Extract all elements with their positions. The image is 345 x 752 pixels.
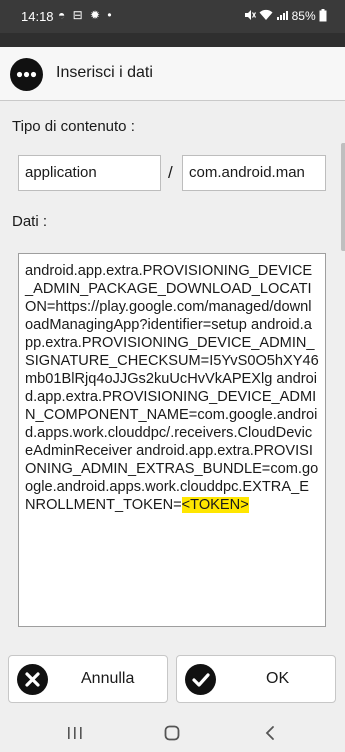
token-placeholder: <TOKEN> bbox=[181, 497, 249, 513]
check-icon bbox=[185, 664, 216, 695]
home-icon[interactable] bbox=[164, 725, 180, 741]
navigation-bar bbox=[0, 705, 345, 752]
back-icon[interactable] bbox=[264, 725, 276, 741]
side-scroll-handle[interactable] bbox=[341, 143, 345, 251]
more-dots-icon bbox=[10, 58, 43, 91]
battery-icon bbox=[319, 9, 327, 22]
ok-button[interactable]: OK bbox=[176, 655, 336, 703]
cancel-button-label: Annulla bbox=[81, 670, 135, 687]
dialog-title: Inserisci i dati bbox=[56, 64, 153, 81]
signal-icon bbox=[277, 11, 289, 20]
cancel-button[interactable]: Annulla bbox=[8, 655, 168, 703]
close-icon bbox=[17, 664, 48, 695]
notification-icons: ◓ ⊟ ✹ • bbox=[58, 8, 114, 22]
battery-percent: 85% bbox=[291, 9, 316, 23]
status-right-group: 85% bbox=[244, 9, 327, 23]
wifi-icon bbox=[259, 9, 273, 20]
data-text: android.app.extra.PROVISIONING_DEVICE_AD… bbox=[25, 263, 319, 513]
data-label: Dati : bbox=[12, 213, 48, 230]
recents-icon[interactable] bbox=[67, 726, 83, 740]
ok-button-label: OK bbox=[266, 670, 290, 687]
mime-separator: / bbox=[168, 163, 173, 182]
mute-icon bbox=[244, 10, 256, 20]
data-textarea[interactable]: android.app.extra.PROVISIONING_DEVICE_AD… bbox=[18, 253, 326, 627]
input-dialog: Inserisci i dati Tipo di contenuto : app… bbox=[0, 47, 345, 705]
background-scrim bbox=[0, 33, 345, 47]
content-type-label: Tipo di contenuto : bbox=[12, 118, 135, 135]
status-time: 14:18 bbox=[21, 9, 54, 24]
mime-type-minor-input[interactable]: com.android.man bbox=[182, 155, 326, 191]
dialog-titlebar: Inserisci i dati bbox=[0, 47, 345, 101]
mime-type-major-input[interactable]: application bbox=[18, 155, 161, 191]
status-bar: 14:18 ◓ ⊟ ✹ • 85% bbox=[0, 0, 345, 33]
